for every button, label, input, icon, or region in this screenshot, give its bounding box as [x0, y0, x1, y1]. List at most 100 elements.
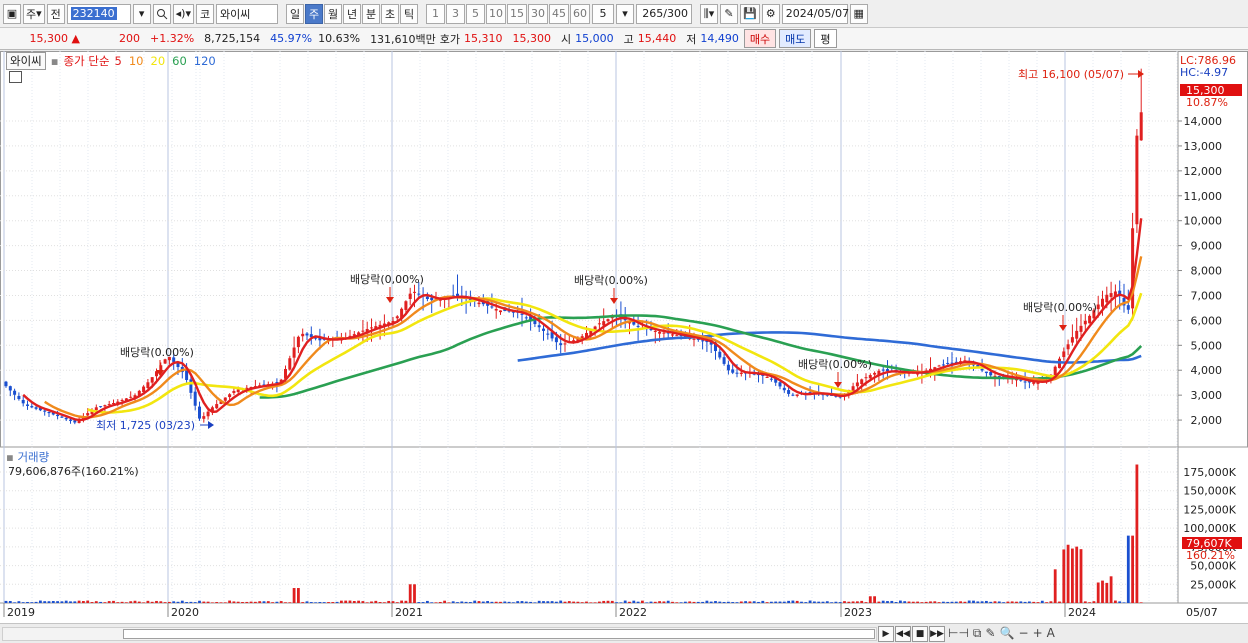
volume-bar — [352, 601, 356, 603]
volume-bar — [26, 601, 29, 603]
bid1: 15,310 — [464, 32, 503, 45]
count-input[interactable]: 265/300 — [636, 3, 692, 24]
interval-value[interactable]: 5 — [592, 3, 614, 24]
volume-bar — [942, 601, 945, 603]
volume-bar — [64, 600, 68, 603]
volume-bar — [120, 601, 124, 603]
zoom-icon[interactable]: 🔍 — [1000, 626, 1015, 641]
period-tab[interactable]: 년 — [343, 3, 361, 24]
legend-ma-list: 5 10 20 60 120 — [115, 54, 216, 68]
period-tab[interactable]: 일 — [286, 3, 304, 24]
compare-icon[interactable]: ⧉ — [973, 626, 982, 641]
interval-button[interactable]: 15 — [507, 3, 527, 24]
volume-bar — [1062, 549, 1066, 603]
save-icon[interactable]: 💾 — [740, 3, 760, 24]
candle-body — [94, 407, 98, 411]
candle-body — [1096, 304, 1100, 310]
volume-bar — [778, 601, 782, 603]
interval-buttons: 1 3 5 10 15 30 45 60 — [426, 3, 590, 24]
sell-button[interactable]: 매도 — [779, 29, 812, 48]
volume-bar — [357, 600, 360, 603]
volume-bar — [39, 600, 42, 603]
settings-gear-icon[interactable]: ⚙ — [761, 3, 780, 24]
volume-bar — [348, 600, 352, 603]
draw-icon[interactable]: ✎ — [985, 626, 995, 641]
volume-bar — [1002, 602, 1005, 603]
period-tab[interactable]: 분 — [362, 3, 380, 24]
candle-type-icon[interactable]: ⫼▾ — [700, 3, 718, 24]
tools-icon[interactable]: ✎ — [720, 3, 738, 24]
volume-bar — [679, 602, 683, 603]
interval-dropdown-icon[interactable]: ▾ — [616, 3, 634, 24]
interval-button[interactable]: 60 — [570, 3, 590, 24]
volume-bar — [757, 601, 760, 603]
interval-button[interactable]: 45 — [549, 3, 569, 24]
volume-bar — [361, 601, 365, 603]
period-tab[interactable]: 월 — [324, 3, 342, 24]
legend-ma-item: 60 — [172, 53, 187, 68]
code-input[interactable]: 232140 — [66, 3, 131, 24]
candle-body — [202, 416, 206, 419]
volume-bar — [327, 602, 330, 603]
interval-button[interactable]: 30 — [528, 3, 548, 24]
timeline-icon[interactable]: ⊢⊣ — [948, 626, 969, 641]
interval-button[interactable]: 1 — [426, 3, 445, 24]
interval-button[interactable]: 3 — [446, 3, 465, 24]
calendar-icon[interactable]: ▦ — [849, 3, 868, 24]
layout-icon[interactable]: ▣ — [3, 3, 21, 24]
interval-button[interactable]: 5 — [466, 3, 485, 24]
speaker-icon[interactable]: ◂)▾ — [172, 3, 194, 24]
volume-bar — [576, 601, 580, 603]
scroll-track[interactable] — [2, 627, 877, 641]
eval-button[interactable]: 평 — [814, 29, 837, 48]
plus-icon[interactable]: + — [1033, 626, 1043, 641]
period-tab[interactable]: 틱 — [400, 3, 418, 24]
volume-bar — [43, 601, 47, 603]
period-tab[interactable]: 초 — [381, 3, 399, 24]
candle-body — [215, 404, 219, 409]
rewind-icon[interactable]: ◀◀ — [895, 626, 911, 642]
volume-bar — [636, 601, 640, 603]
volume-bar — [163, 602, 167, 603]
type-select[interactable]: 주 ▾ — [23, 3, 45, 24]
grid-toggle-icon[interactable] — [9, 71, 22, 83]
forward-icon[interactable]: ▶▶ — [929, 626, 945, 642]
dividend-label: 배당락(0,00%) — [350, 273, 424, 286]
volume-bar — [322, 602, 326, 603]
search-icon[interactable] — [152, 3, 171, 24]
candle-body — [120, 399, 124, 401]
prefix-button[interactable]: 전 — [46, 3, 65, 24]
volume-bar — [1023, 601, 1027, 603]
candle-body — [860, 379, 864, 385]
x-tick-label: 2024 — [1068, 606, 1096, 619]
stop-icon[interactable]: ■ — [912, 626, 928, 642]
font-a-icon[interactable]: A — [1047, 626, 1055, 641]
volume-bar — [696, 601, 700, 603]
volume-bar — [929, 601, 932, 603]
interval-button[interactable]: 10 — [486, 3, 506, 24]
period-tab[interactable]: 주 — [305, 3, 323, 24]
volume-bar — [486, 601, 489, 603]
candle-body — [417, 293, 421, 295]
chart-area[interactable]: 14,000 13,000 12,000 11,000 10,000 9,000 8,000… — [0, 51, 1248, 623]
type-label: 주 — [26, 7, 37, 21]
price-chart[interactable]: 14,000 13,000 12,000 11,000 10,000 9,000 8,000… — [0, 51, 1248, 623]
candle-body — [185, 370, 189, 381]
name-field[interactable]: 와이씨 — [216, 3, 278, 24]
dividend-label: 배당락(0.00%) — [574, 274, 648, 287]
next-icon[interactable]: ▶ — [878, 626, 894, 642]
candle-body — [868, 375, 872, 379]
count-total: /300 — [663, 7, 688, 20]
volume-bar — [593, 602, 597, 603]
volume-bar — [4, 600, 8, 603]
volume-bar — [817, 601, 821, 603]
volume-bar — [430, 602, 434, 603]
ratio1: 45.97% — [270, 32, 313, 45]
buy-button[interactable]: 매수 — [743, 29, 777, 48]
scroll-thumb[interactable] — [123, 629, 875, 639]
minus-icon[interactable]: − — [1019, 626, 1029, 641]
code-dropdown-icon[interactable]: ▾ — [132, 3, 151, 24]
date-input[interactable]: 2024/05/07 — [781, 3, 849, 24]
volume-bar — [1028, 601, 1031, 603]
candle-body — [189, 379, 193, 393]
